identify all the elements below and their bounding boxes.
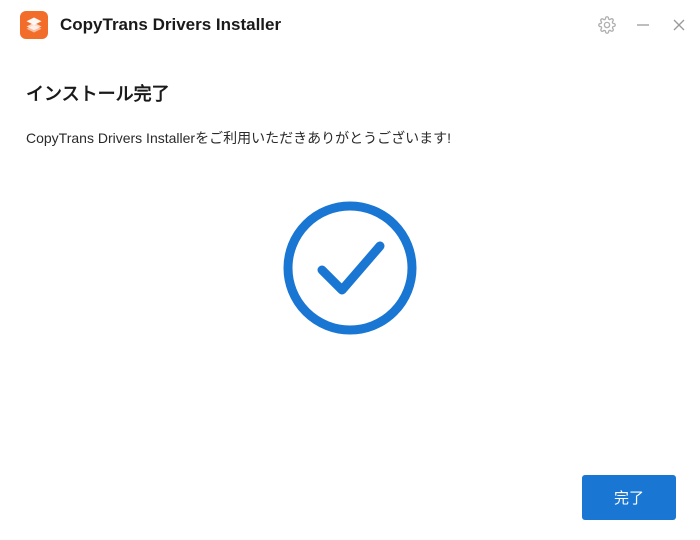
window-controls bbox=[598, 16, 688, 34]
success-checkmark-icon bbox=[280, 198, 420, 338]
layers-icon bbox=[25, 16, 43, 34]
checkmark-container bbox=[26, 198, 674, 338]
settings-button[interactable] bbox=[598, 16, 616, 34]
app-logo bbox=[20, 11, 48, 39]
minimize-button[interactable] bbox=[634, 16, 652, 34]
content-area: インストール完了 CopyTrans Drivers Installerをご利用… bbox=[0, 50, 700, 358]
complete-button[interactable]: 完了 bbox=[582, 475, 676, 520]
close-icon bbox=[672, 18, 686, 32]
minimize-icon bbox=[636, 18, 650, 32]
titlebar: CopyTrans Drivers Installer bbox=[0, 0, 700, 50]
app-title: CopyTrans Drivers Installer bbox=[60, 15, 598, 35]
install-complete-heading: インストール完了 bbox=[26, 80, 674, 106]
close-button[interactable] bbox=[670, 16, 688, 34]
footer: 完了 bbox=[582, 475, 676, 520]
thank-you-message: CopyTrans Drivers Installerをご利用いただきありがとう… bbox=[26, 128, 674, 148]
gear-icon bbox=[598, 16, 616, 34]
